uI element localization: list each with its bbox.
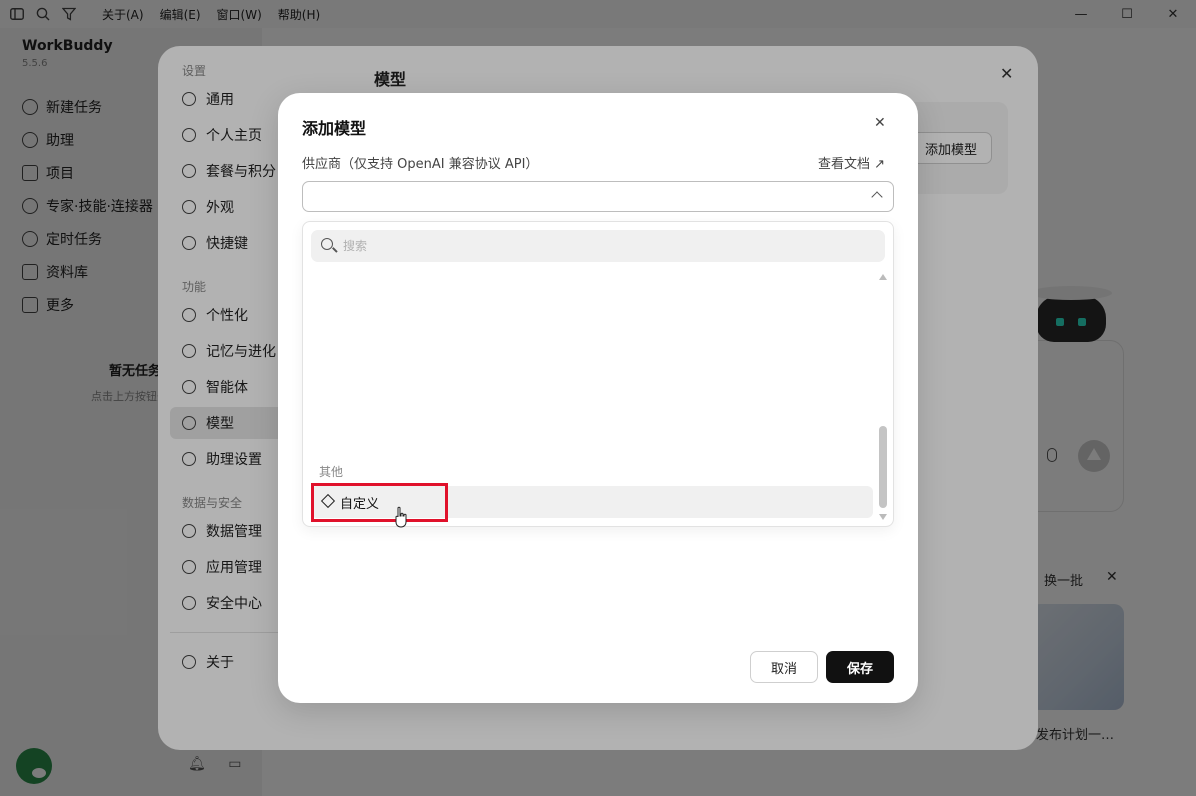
hand-cursor-icon	[395, 506, 407, 528]
group-label: 其他	[319, 465, 344, 479]
provider-select[interactable]	[302, 181, 894, 212]
highlight-box	[311, 483, 448, 522]
cancel-button[interactable]: 取消	[750, 651, 818, 683]
docs-link[interactable]: 查看文档 ↗	[818, 153, 885, 172]
add-model-dialog: 添加模型 ✕ 供应商（仅支持 OpenAI 兼容协议 API） 查看文档 ↗ 其…	[278, 93, 918, 703]
dialog-title: 添加模型	[302, 119, 367, 138]
save-button[interactable]: 保存	[826, 651, 894, 683]
chevron-up-icon	[871, 191, 883, 203]
provider-label: 供应商（仅支持 OpenAI 兼容协议 API）	[302, 157, 539, 172]
scrollbar-thumb[interactable]	[879, 426, 887, 508]
scroll-up-arrow[interactable]	[879, 274, 887, 280]
search-icon	[321, 238, 333, 250]
search-input[interactable]	[343, 230, 863, 262]
search-box[interactable]	[311, 230, 885, 262]
scroll-down-arrow[interactable]	[879, 514, 887, 520]
provider-dropdown: 其他 自定义	[302, 221, 894, 527]
close-icon[interactable]: ✕	[874, 115, 886, 131]
